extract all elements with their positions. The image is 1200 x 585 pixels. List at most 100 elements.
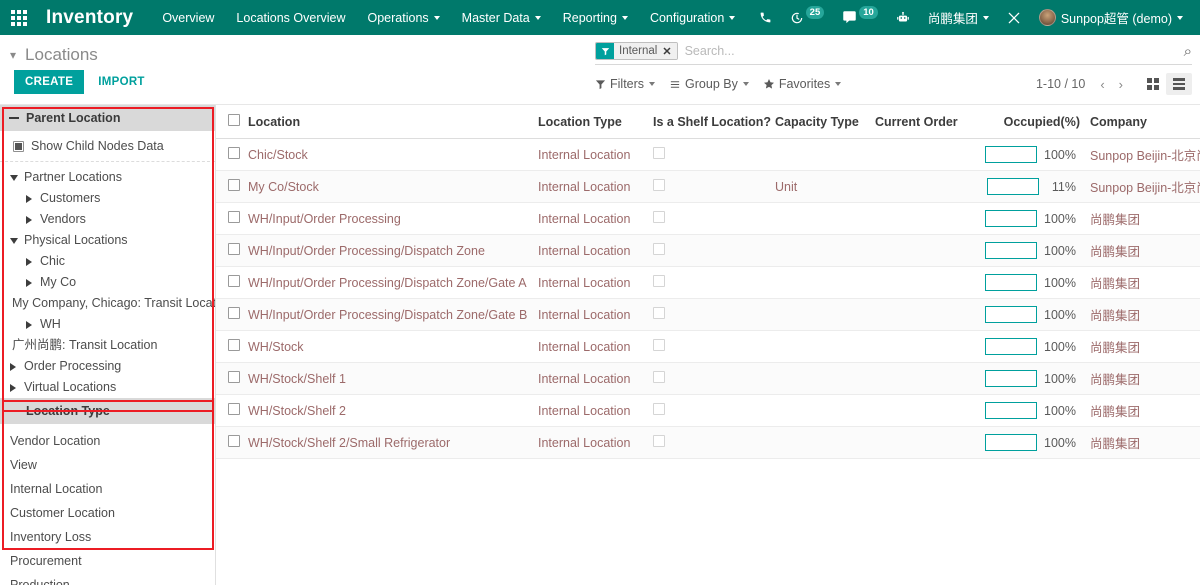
location-type-vendor-location[interactable]: Vendor Location bbox=[0, 429, 215, 453]
company-switcher-button[interactable]: 尚鹏集团 bbox=[919, 0, 998, 35]
column-header-current-order[interactable]: Current Order bbox=[875, 105, 980, 139]
chevron-down-icon[interactable] bbox=[10, 175, 24, 181]
groupby-dropdown[interactable]: Group By bbox=[669, 77, 749, 91]
location-type-inventory-loss[interactable]: Inventory Loss bbox=[0, 525, 215, 549]
create-button[interactable]: CREATE bbox=[14, 70, 84, 94]
column-header-location-type[interactable]: Location Type bbox=[538, 105, 653, 139]
pager-next-button[interactable]: › bbox=[1112, 77, 1130, 92]
search-input[interactable] bbox=[683, 43, 1178, 59]
is-shelf-checkbox[interactable] bbox=[653, 147, 665, 159]
cell-location[interactable]: My Co/Stock bbox=[248, 171, 538, 203]
row-checkbox[interactable] bbox=[228, 179, 240, 191]
is-shelf-checkbox[interactable] bbox=[653, 339, 665, 351]
apps-menu-button[interactable] bbox=[0, 0, 38, 35]
table-row[interactable]: WH/Stock Internal Location 100% 尚鹏集团 bbox=[216, 331, 1200, 363]
tree-node-my-co[interactable]: My Co bbox=[0, 272, 215, 293]
tree-node-guangzhou-transit[interactable]: 广州尚鹏: Transit Location bbox=[0, 335, 215, 356]
row-checkbox[interactable] bbox=[228, 147, 240, 159]
tree-node-physical-locations[interactable]: Physical Locations bbox=[0, 230, 215, 251]
row-checkbox[interactable] bbox=[228, 403, 240, 415]
location-type-view[interactable]: View bbox=[0, 453, 215, 477]
sidebar-section-parent-location[interactable]: Parent Location bbox=[0, 105, 215, 131]
is-shelf-checkbox[interactable] bbox=[653, 275, 665, 287]
kanban-view-button[interactable] bbox=[1140, 73, 1166, 95]
column-header-capacity-type[interactable]: Capacity Type bbox=[775, 105, 875, 139]
location-type-procurement[interactable]: Procurement bbox=[0, 549, 215, 573]
column-header-occupied[interactable]: Occupied(%) bbox=[980, 105, 1090, 139]
cell-location[interactable]: WH/Stock/Shelf 2 bbox=[248, 395, 538, 427]
search-icon[interactable]: ⌕ bbox=[1178, 44, 1192, 59]
table-row[interactable]: WH/Input/Order Processing/Dispatch Zone/… bbox=[216, 299, 1200, 331]
table-row[interactable]: WH/Stock/Shelf 2 Internal Location 100% … bbox=[216, 395, 1200, 427]
cell-location[interactable]: WH/Stock/Shelf 2/Small Refrigerator bbox=[248, 427, 538, 459]
list-view-button[interactable] bbox=[1166, 73, 1192, 95]
cell-location[interactable]: WH/Input/Order Processing/Dispatch Zone bbox=[248, 235, 538, 267]
column-header-company[interactable]: Company bbox=[1090, 105, 1200, 139]
import-button[interactable]: IMPORT bbox=[96, 70, 147, 94]
location-type-customer-location[interactable]: Customer Location bbox=[0, 501, 215, 525]
table-row[interactable]: Chic/Stock Internal Location 100% Sunpop… bbox=[216, 139, 1200, 171]
row-checkbox[interactable] bbox=[228, 275, 240, 287]
chevron-down-icon[interactable]: ▾ bbox=[10, 49, 16, 61]
location-type-production[interactable]: Production bbox=[0, 573, 215, 585]
phone-button[interactable] bbox=[750, 0, 781, 35]
chevron-down-icon[interactable] bbox=[10, 238, 24, 244]
row-checkbox[interactable] bbox=[228, 339, 240, 351]
row-checkbox[interactable] bbox=[228, 211, 240, 223]
menu-item-operations[interactable]: Operations bbox=[357, 0, 451, 35]
tree-node-customers[interactable]: Customers bbox=[0, 188, 215, 209]
row-checkbox[interactable] bbox=[228, 435, 240, 447]
is-shelf-checkbox[interactable] bbox=[653, 435, 665, 447]
is-shelf-checkbox[interactable] bbox=[653, 403, 665, 415]
chevron-right-icon[interactable] bbox=[10, 384, 24, 392]
is-shelf-checkbox[interactable] bbox=[653, 179, 665, 191]
table-row[interactable]: My Co/Stock Internal Location Unit 11% S… bbox=[216, 171, 1200, 203]
row-checkbox[interactable] bbox=[228, 307, 240, 319]
chevron-right-icon[interactable] bbox=[10, 363, 24, 371]
is-shelf-checkbox[interactable] bbox=[653, 371, 665, 383]
tree-node-vendors[interactable]: Vendors bbox=[0, 209, 215, 230]
column-header-location[interactable]: Location bbox=[248, 105, 538, 139]
table-row[interactable]: WH/Input/Order Processing Internal Locat… bbox=[216, 203, 1200, 235]
cell-location[interactable]: Chic/Stock bbox=[248, 139, 538, 171]
developer-tools-button[interactable] bbox=[998, 0, 1030, 35]
select-all-checkbox[interactable] bbox=[228, 114, 240, 126]
sidebar-section-location-type[interactable]: Location Type bbox=[0, 398, 215, 424]
column-header-is-shelf-location[interactable]: Is a Shelf Location? bbox=[653, 105, 775, 139]
show-child-nodes-checkbox-row[interactable]: Show Child Nodes Data bbox=[0, 131, 215, 162]
table-row[interactable]: WH/Stock/Shelf 2/Small Refrigerator Inte… bbox=[216, 427, 1200, 459]
row-checkbox[interactable] bbox=[228, 243, 240, 255]
tree-node-partner-locations[interactable]: Partner Locations bbox=[0, 167, 215, 188]
chevron-right-icon[interactable] bbox=[26, 279, 40, 287]
tree-node-order-processing[interactable]: Order Processing bbox=[0, 356, 215, 377]
is-shelf-checkbox[interactable] bbox=[653, 243, 665, 255]
menu-item-locations-overview[interactable]: Locations Overview bbox=[225, 0, 356, 35]
activities-button[interactable]: 25 bbox=[781, 0, 834, 35]
search-facet-internal[interactable]: Internal ✕ bbox=[595, 42, 678, 60]
filters-dropdown[interactable]: Filters bbox=[595, 77, 655, 91]
cell-location[interactable]: WH/Input/Order Processing/Dispatch Zone/… bbox=[248, 299, 538, 331]
messages-button[interactable]: 10 bbox=[833, 0, 887, 35]
menu-item-reporting[interactable]: Reporting bbox=[552, 0, 639, 35]
row-checkbox[interactable] bbox=[228, 371, 240, 383]
table-row[interactable]: WH/Stock/Shelf 1 Internal Location 100% … bbox=[216, 363, 1200, 395]
location-type-internal-location[interactable]: Internal Location bbox=[0, 477, 215, 501]
table-row[interactable]: WH/Input/Order Processing/Dispatch Zone/… bbox=[216, 267, 1200, 299]
tree-node-chic[interactable]: Chic bbox=[0, 251, 215, 272]
tree-node-my-company-chicago-transit[interactable]: My Company, Chicago: Transit Locati bbox=[0, 293, 215, 314]
favorites-dropdown[interactable]: Favorites bbox=[763, 77, 841, 91]
cell-location[interactable]: WH/Input/Order Processing/Dispatch Zone/… bbox=[248, 267, 538, 299]
is-shelf-checkbox[interactable] bbox=[653, 211, 665, 223]
pager-previous-button[interactable]: ‹ bbox=[1093, 77, 1111, 92]
chevron-right-icon[interactable] bbox=[26, 195, 40, 203]
show-child-nodes-checkbox[interactable] bbox=[13, 141, 24, 152]
cell-location[interactable]: WH/Stock/Shelf 1 bbox=[248, 363, 538, 395]
cell-location[interactable]: WH/Stock bbox=[248, 331, 538, 363]
menu-item-overview[interactable]: Overview bbox=[151, 0, 225, 35]
chevron-right-icon[interactable] bbox=[26, 321, 40, 329]
tree-node-virtual-locations[interactable]: Virtual Locations bbox=[0, 377, 215, 398]
table-row[interactable]: WH/Input/Order Processing/Dispatch Zone … bbox=[216, 235, 1200, 267]
tree-node-wh[interactable]: WH bbox=[0, 314, 215, 335]
chevron-right-icon[interactable] bbox=[26, 258, 40, 266]
user-menu-button[interactable]: Sunpop超管 (demo) bbox=[1030, 0, 1192, 35]
